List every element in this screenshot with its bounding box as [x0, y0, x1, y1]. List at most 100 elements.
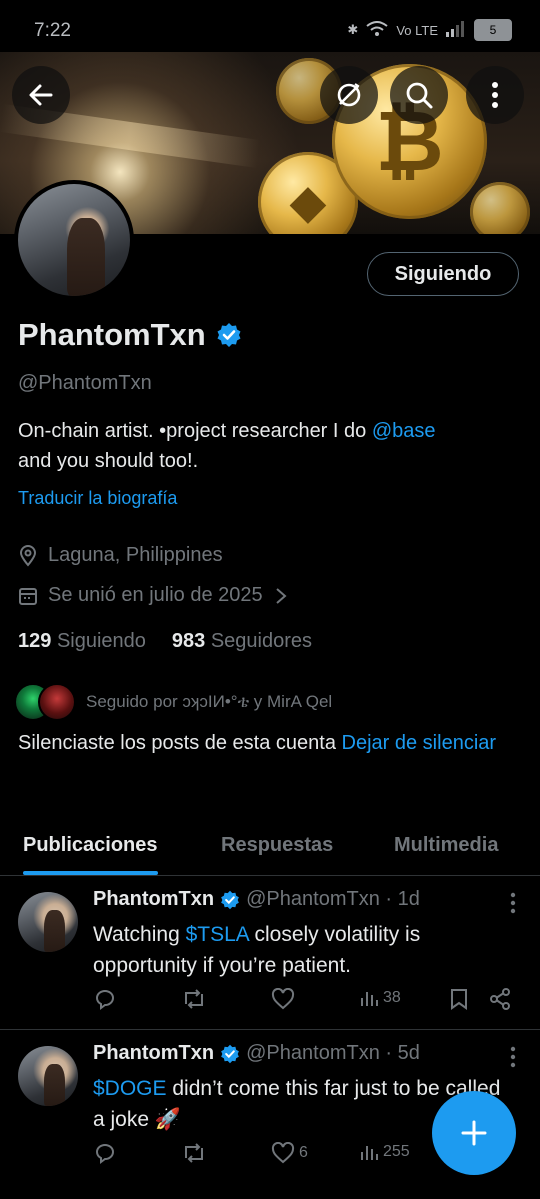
joined-text: Se unió en julio de 2025: [48, 584, 263, 606]
search-button[interactable]: [390, 66, 448, 124]
battery-icon: 5: [474, 19, 512, 41]
post-avatar[interactable]: [18, 892, 78, 952]
views-icon: [361, 992, 378, 1006]
calendar-icon: [19, 587, 37, 605]
like-button[interactable]: [271, 988, 299, 1010]
views-count: 38: [383, 989, 401, 1006]
bookmark-icon: [451, 989, 467, 1010]
location-pin-icon: [19, 544, 37, 567]
mutual-avatar-2: [38, 683, 76, 721]
muted-text: Silenciaste los posts de esta cuenta: [18, 732, 342, 754]
status-bar: 7:22 ✱ Vo LTE 5: [0, 0, 540, 52]
more-icon: [510, 892, 516, 914]
like-icon: [271, 1142, 295, 1164]
display-name: PhantomTxn: [18, 317, 206, 352]
back-button[interactable]: [12, 66, 70, 124]
bio-text: On-chain artist. •project researcher I d…: [18, 420, 372, 442]
repost-button[interactable]: [181, 1142, 207, 1164]
more-icon: [492, 82, 498, 108]
followed-by-row[interactable]: Seguido por ɔʞɔIИ•°ቴ y MirA Qel: [14, 683, 332, 721]
followers-avatars: [14, 683, 76, 721]
network-label: Vo LTE: [396, 22, 438, 38]
following-label: Siguiendo: [56, 630, 146, 652]
translate-bio-link[interactable]: Traducir la biografía: [18, 488, 177, 509]
views-button[interactable]: 255: [359, 1142, 410, 1162]
profile-avatar[interactable]: [14, 180, 134, 300]
more-icon: [510, 1046, 516, 1068]
compose-plus-icon: [461, 1120, 487, 1146]
post-actions: 38: [93, 988, 523, 1018]
tab-respuestas[interactable]: Respuestas: [221, 815, 333, 875]
followed-by-text: Seguido por ɔʞɔIИ•°ቴ y MirA Qel: [86, 692, 333, 711]
more-options-button[interactable]: [466, 66, 524, 124]
like-count: 6: [299, 1144, 308, 1161]
coin-image-edge: [470, 182, 530, 234]
share-icon: [490, 988, 510, 1010]
profile-handle: @PhantomTxn: [18, 372, 152, 394]
post-handle-time: @PhantomTxn · 5d: [246, 1042, 420, 1064]
compose-button[interactable]: [432, 1091, 516, 1175]
cashtag-link[interactable]: $DOGE: [93, 1077, 167, 1100]
muted-notice: Silenciaste los posts de esta cuenta Dej…: [18, 728, 518, 758]
search-icon: [406, 82, 433, 109]
unmute-link[interactable]: Dejar de silenciar: [342, 732, 497, 754]
joined-row[interactable]: Se unió en julio de 2025: [18, 584, 289, 607]
cashtag-link[interactable]: $TSLA: [186, 923, 249, 946]
back-arrow-icon: [29, 84, 53, 106]
signal-icon: [446, 20, 466, 40]
like-icon: [271, 988, 295, 1010]
post-more-button[interactable]: [510, 892, 516, 919]
profile-tabs: Publicaciones Respuestas Multimedia: [0, 815, 540, 876]
views-icon: [361, 1146, 378, 1160]
tab-multimedia[interactable]: Multimedia: [394, 815, 498, 875]
following-count-link[interactable]: 129 Siguiendo: [18, 630, 146, 653]
bookmark-button[interactable]: [449, 988, 469, 1010]
verified-badge-icon: [217, 323, 241, 347]
post-more-button[interactable]: [510, 1046, 516, 1073]
followers-count-link[interactable]: 983 Seguidores: [172, 630, 312, 653]
reply-icon: [95, 990, 115, 1010]
avatar-photo: [18, 184, 130, 296]
status-time: 7:22: [34, 20, 71, 41]
bio-text-2: and you should too!.: [18, 450, 199, 472]
like-button[interactable]: 6: [271, 1142, 308, 1164]
hide-reposts-button[interactable]: [320, 66, 378, 124]
views-button[interactable]: 38: [359, 988, 401, 1008]
post-text-pre: Watching: [93, 923, 186, 946]
followers-count: 983: [171, 630, 206, 652]
wifi-icon: [366, 20, 388, 40]
post-handle-time: @PhantomTxn · 1d: [246, 888, 420, 910]
post-item[interactable]: PhantomTxn @PhantomTxn · 1d Watching $TS…: [0, 876, 540, 1030]
verified-badge-icon: [221, 890, 239, 909]
repost-button[interactable]: [181, 988, 207, 1010]
views-count: 255: [383, 1143, 410, 1160]
post-header: PhantomTxn @PhantomTxn · 5d: [93, 1042, 420, 1065]
profile-bio: On-chain artist. •project researcher I d…: [18, 416, 518, 476]
reply-button[interactable]: [93, 988, 117, 1010]
reply-button[interactable]: [93, 1142, 117, 1164]
followers-label: Seguidores: [210, 630, 313, 652]
reply-icon: [95, 1144, 115, 1164]
next-post-peek: [0, 1188, 540, 1199]
repost-icon: [185, 1143, 203, 1163]
verified-badge-icon: [221, 1044, 239, 1063]
profile-name: PhantomTxn: [18, 317, 242, 353]
no-repost-icon: [337, 83, 361, 107]
post-avatar-photo: [18, 892, 78, 952]
following-button[interactable]: Siguiendo: [367, 252, 519, 296]
bio-mention-link[interactable]: @base: [372, 420, 436, 442]
following-count: 129: [18, 630, 52, 652]
location-row: Laguna, Philippines: [18, 544, 223, 567]
post-author-name: PhantomTxn: [93, 888, 215, 910]
chevron-right-icon: [275, 587, 287, 604]
battery-level: 5: [489, 23, 497, 37]
status-icons: ✱ Vo LTE 5: [347, 19, 512, 41]
post-avatar[interactable]: [18, 1046, 78, 1106]
share-button[interactable]: [489, 988, 511, 1010]
follow-counts: 129 Siguiendo 983 Seguidores: [18, 630, 312, 653]
bluetooth-icon: ✱: [347, 22, 359, 37]
tab-publicaciones[interactable]: Publicaciones: [23, 815, 158, 875]
location-text: Laguna, Philippines: [48, 544, 223, 566]
post-text: Watching $TSLA closely volatility is opp…: [93, 919, 513, 981]
repost-icon: [185, 989, 203, 1009]
